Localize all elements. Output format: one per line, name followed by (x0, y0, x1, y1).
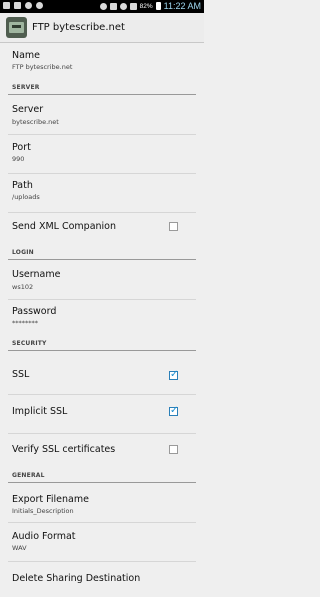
status-system: 82% 11:22 AM (99, 1, 201, 11)
name-preference[interactable]: Name FTP bytescribe.net (0, 44, 204, 81)
section-divider (8, 350, 196, 351)
usb-icon (25, 2, 32, 9)
verify-ssl-preference[interactable]: Verify SSL certificates (0, 434, 204, 466)
section-security: SECURITY (12, 340, 47, 347)
battery-icon (155, 2, 161, 10)
export-filename-preference[interactable]: Export Filename Initials_Description (0, 484, 204, 522)
port-preference[interactable]: Port 990 (0, 135, 204, 173)
battery-percent: 82% (139, 2, 153, 10)
port-label: Port (12, 142, 31, 153)
section-login: LOGIN (12, 249, 34, 256)
send-xml-checkbox[interactable] (169, 222, 178, 231)
notification-icon (3, 2, 10, 9)
port-value: 990 (12, 155, 25, 163)
section-divider (8, 482, 196, 483)
name-label: Name (12, 50, 41, 61)
status-notifications (3, 2, 43, 9)
page-title: FTP bytescribe.net (32, 22, 125, 33)
signal-icon (129, 2, 137, 10)
audio-format-label: Audio Format (12, 531, 76, 542)
send-xml-label: Send XML Companion (12, 221, 117, 232)
wifi-icon (119, 2, 127, 10)
implicit-ssl-checkbox[interactable] (169, 405, 178, 416)
password-value: ******** (12, 319, 38, 327)
eye-icon (99, 2, 107, 10)
username-preference[interactable]: Username ws102 (0, 261, 204, 299)
vibrate-icon (109, 2, 117, 10)
delete-destination-button[interactable]: Delete Sharing Destination (0, 562, 204, 597)
audio-format-preference[interactable]: Audio Format WAV (0, 523, 204, 561)
delete-destination-label: Delete Sharing Destination (12, 573, 141, 584)
audio-format-value: WAV (12, 544, 27, 552)
server-preference[interactable]: Server bytescribe.net (0, 96, 204, 134)
section-server: SERVER (12, 84, 40, 91)
app-logo-icon[interactable] (6, 17, 27, 38)
action-bar: FTP bytescribe.net (0, 13, 204, 43)
ssl-checkbox[interactable] (169, 369, 178, 380)
verify-ssl-checkbox[interactable] (169, 445, 178, 454)
path-value: /uploads (12, 193, 40, 201)
send-xml-preference[interactable]: Send XML Companion (0, 213, 204, 243)
export-filename-label: Export Filename (12, 494, 89, 505)
implicit-ssl-preference[interactable]: Implicit SSL (0, 395, 204, 433)
section-divider (8, 94, 196, 95)
path-label: Path (12, 180, 33, 191)
mail-icon (14, 2, 21, 9)
status-bar: 82% 11:22 AM (0, 0, 204, 13)
password-label: Password (12, 306, 57, 317)
username-label: Username (12, 269, 61, 280)
download-icon (36, 2, 43, 9)
implicit-ssl-label: Implicit SSL (12, 406, 68, 417)
ssl-label: SSL (12, 369, 30, 380)
verify-ssl-label: Verify SSL certificates (12, 444, 116, 455)
section-general: GENERAL (12, 472, 45, 479)
ssl-preference[interactable]: SSL (0, 352, 204, 394)
server-value: bytescribe.net (12, 118, 59, 126)
section-divider (8, 259, 196, 260)
server-label: Server (12, 104, 44, 115)
username-value: ws102 (12, 283, 34, 291)
export-filename-value: Initials_Description (12, 507, 74, 515)
path-preference[interactable]: Path /uploads (0, 174, 204, 212)
clock: 11:22 AM (163, 1, 201, 11)
name-value: FTP bytescribe.net (12, 63, 73, 71)
password-preference[interactable]: Password ******** (0, 300, 204, 336)
